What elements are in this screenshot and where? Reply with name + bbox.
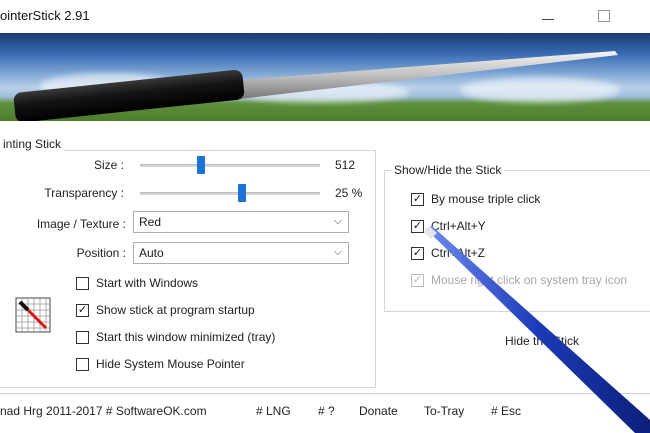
to-tray-link[interactable]: To-Tray bbox=[424, 404, 464, 418]
checkmark-icon: ✓ bbox=[412, 220, 423, 232]
chevron-down-icon: ⌵ bbox=[333, 215, 342, 227]
transparency-slider-thumb[interactable] bbox=[238, 184, 246, 202]
hide-system-pointer-label: Hide System Mouse Pointer bbox=[96, 357, 245, 371]
maximize-button[interactable] bbox=[584, 4, 624, 28]
pointer-stick-app-icon bbox=[15, 297, 51, 333]
image-texture-select[interactable]: Red ⌵ bbox=[133, 211, 349, 233]
image-texture-selected: Red bbox=[139, 215, 162, 229]
start-with-windows-checkbox[interactable] bbox=[76, 277, 89, 290]
start-with-windows-label: Start with Windows bbox=[96, 276, 199, 290]
position-selected: Auto bbox=[139, 246, 164, 260]
size-slider[interactable] bbox=[140, 155, 320, 175]
transparency-slider[interactable] bbox=[140, 183, 320, 203]
start-minimized-checkbox[interactable] bbox=[76, 331, 89, 344]
donate-link[interactable]: Donate bbox=[359, 404, 398, 418]
size-slider-track bbox=[140, 164, 320, 167]
hide-stick-button[interactable]: Hide the Stick bbox=[505, 334, 579, 348]
chevron-down-icon: ⌵ bbox=[333, 246, 342, 258]
checkmark-icon: ✓ bbox=[412, 193, 423, 205]
ctrl-alt-z-label: Ctrl+Alt+Z bbox=[431, 246, 486, 260]
size-label: Size : bbox=[93, 158, 124, 172]
triple-click-checkbox[interactable]: ✓ bbox=[411, 193, 424, 206]
transparency-value: 25 % bbox=[335, 186, 363, 200]
tray-right-click-label: Mouse right click on system tray icon bbox=[431, 273, 628, 287]
position-label: Position : bbox=[76, 246, 126, 260]
footer-divider bbox=[0, 393, 650, 394]
checkmark-icon: ✓ bbox=[77, 304, 88, 316]
image-texture-label: Image / Texture : bbox=[36, 217, 126, 231]
checkmark-icon: ✓ bbox=[412, 247, 423, 259]
show-stick-startup-checkbox[interactable]: ✓ bbox=[76, 304, 89, 317]
show-hide-group-label: Show/Hide the Stick bbox=[391, 163, 505, 177]
minimize-icon bbox=[542, 18, 554, 20]
size-value: 512 bbox=[335, 158, 356, 172]
lng-link[interactable]: # LNG bbox=[256, 404, 291, 418]
position-select[interactable]: Auto ⌵ bbox=[133, 242, 349, 264]
window-title: ointerStick 2.91 bbox=[0, 8, 90, 23]
ctrl-alt-y-label: Ctrl+Alt+Y bbox=[431, 219, 486, 233]
tray-right-click-checkbox[interactable]: ✓ bbox=[411, 274, 424, 287]
header-banner bbox=[0, 33, 650, 121]
minimize-button[interactable] bbox=[528, 4, 568, 28]
checkmark-icon: ✓ bbox=[412, 274, 423, 286]
pointing-stick-group-label: inting Stick bbox=[0, 137, 65, 151]
transparency-label: Transparency : bbox=[44, 186, 124, 200]
copyright-link[interactable]: nad Hrg 2011-2017 # SoftwareOK.com bbox=[0, 404, 207, 418]
size-slider-thumb[interactable] bbox=[197, 156, 205, 174]
ctrl-alt-z-checkbox[interactable]: ✓ bbox=[411, 247, 424, 260]
start-minimized-label: Start this window minimized (tray) bbox=[96, 330, 276, 344]
hide-system-pointer-checkbox[interactable] bbox=[76, 358, 89, 371]
maximize-icon bbox=[598, 10, 610, 22]
stick-banner-icon bbox=[13, 51, 618, 121]
show-stick-startup-label: Show stick at program startup bbox=[96, 303, 255, 317]
transparency-slider-track bbox=[140, 192, 320, 195]
help-link[interactable]: # ? bbox=[318, 404, 335, 418]
ctrl-alt-y-checkbox[interactable]: ✓ bbox=[411, 220, 424, 233]
esc-link[interactable]: # Esc bbox=[491, 404, 521, 418]
triple-click-label: By mouse triple click bbox=[431, 192, 541, 206]
